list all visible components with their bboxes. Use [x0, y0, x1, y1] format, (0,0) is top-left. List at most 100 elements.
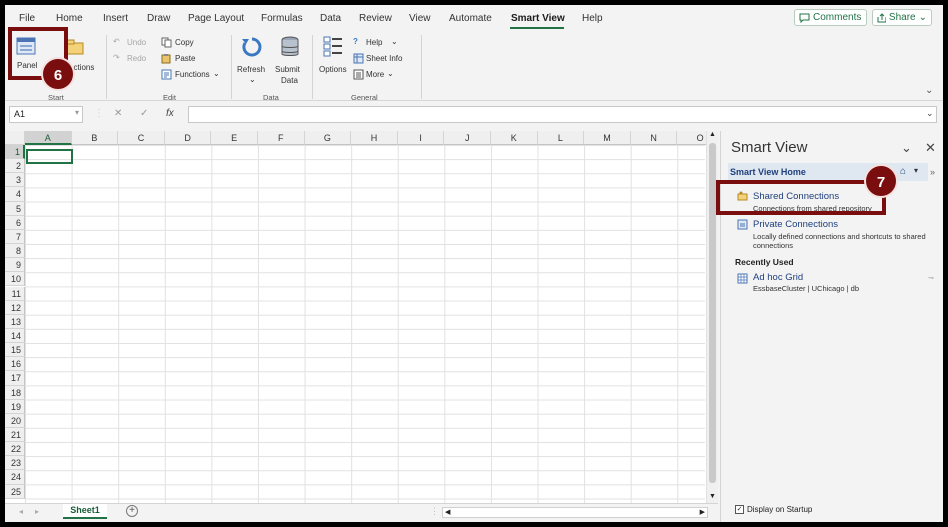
row-header[interactable]: 25 [5, 484, 25, 499]
home-icon[interactable]: ⌂ [900, 166, 906, 177]
row-header[interactable]: 13 [5, 314, 25, 329]
formula-input[interactable] [188, 106, 937, 123]
tab-draw[interactable]: Draw [147, 13, 170, 24]
help-button[interactable]: ? Help ⌄ [353, 37, 403, 49]
pin-icon[interactable]: ⊸ [928, 274, 934, 282]
row-header[interactable]: 15 [5, 343, 25, 358]
tab-smart-view[interactable]: Smart View [511, 13, 565, 24]
cancel-icon[interactable]: ✕ [114, 108, 122, 119]
tab-file[interactable]: File [19, 13, 35, 24]
column-header[interactable]: C [118, 131, 165, 145]
display-on-startup-option[interactable]: ✓ Display on Startup [735, 505, 812, 514]
column-header[interactable]: D [164, 131, 212, 145]
next-sheet-icon[interactable]: ▸ [35, 507, 39, 516]
name-box[interactable]: A1 [9, 106, 83, 123]
group-label-data: Data [263, 93, 279, 102]
refresh-button[interactable]: Refresh ⌄ [235, 33, 269, 85]
row-header[interactable]: 5 [5, 201, 25, 216]
tab-formulas[interactable]: Formulas [261, 13, 303, 24]
expand-formula-icon[interactable]: ⌄ [926, 108, 934, 119]
copy-button[interactable]: Copy [161, 37, 211, 49]
row-header[interactable]: 3 [5, 173, 25, 188]
smart-view-home-link[interactable]: Smart View Home [730, 167, 806, 177]
more-button[interactable]: More ⌄ [353, 69, 403, 81]
column-header[interactable]: E [211, 131, 258, 145]
paste-button[interactable]: Paste [161, 53, 211, 65]
database-icon [281, 36, 299, 56]
row-header[interactable]: 16 [5, 357, 25, 372]
tab-data[interactable]: Data [320, 13, 341, 24]
row-header[interactable]: 1 [5, 145, 25, 160]
scroll-right-icon[interactable]: ▶ [700, 508, 705, 516]
horizontal-scrollbar[interactable]: ◀ ▶ [442, 507, 708, 518]
column-header[interactable]: N [630, 131, 678, 145]
column-header[interactable]: A [25, 131, 72, 145]
select-all-corner[interactable] [5, 131, 25, 145]
tab-automate[interactable]: Automate [449, 13, 492, 24]
row-header[interactable]: 7 [5, 229, 25, 245]
row-header[interactable]: 22 [5, 442, 25, 457]
row-header[interactable]: 2 [5, 159, 25, 174]
row-header[interactable]: 24 [5, 470, 25, 485]
close-icon[interactable]: ✕ [925, 140, 936, 156]
column-header[interactable]: H [351, 131, 398, 145]
row-header[interactable]: 4 [5, 187, 25, 202]
name-box-dropdown-icon[interactable]: ▾ [75, 108, 79, 117]
tab-view[interactable]: View [409, 13, 431, 24]
row-header[interactable]: 14 [5, 328, 25, 344]
sheet-tab-sheet1[interactable]: Sheet1 [63, 504, 107, 519]
scroll-down-icon[interactable]: ▼ [709, 493, 716, 500]
tab-review[interactable]: Review [359, 13, 392, 24]
column-header[interactable]: J [444, 131, 491, 145]
collapse-ribbon-icon[interactable]: ⌄ [925, 85, 933, 96]
row-header[interactable]: 6 [5, 215, 25, 230]
private-connections-item[interactable]: Private Connections Locally defined conn… [735, 217, 935, 251]
recent-item-ad-hoc-grid[interactable]: Ad hoc Grid EssbaseCluster | UChicago | … [735, 271, 935, 295]
redo-button[interactable]: ↷ Redo [113, 53, 159, 65]
column-header[interactable]: L [537, 131, 585, 145]
undo-button[interactable]: ↶ Undo [113, 37, 159, 49]
expand-pane-icon[interactable]: » [930, 167, 935, 177]
column-header[interactable]: I [397, 131, 445, 145]
column-header[interactable]: G [304, 131, 352, 145]
row-header[interactable]: 10 [5, 272, 25, 287]
scrollbar-thumb[interactable] [709, 143, 716, 483]
enter-icon[interactable]: ✓ [140, 108, 148, 119]
row-header[interactable]: 18 [5, 385, 25, 400]
scroll-left-icon[interactable]: ◀ [445, 508, 450, 516]
row-header[interactable]: 12 [5, 300, 25, 315]
share-button[interactable]: Share ⌄ [872, 9, 932, 26]
comments-button[interactable]: Comments [794, 9, 867, 26]
scroll-up-icon[interactable]: ▲ [709, 131, 716, 138]
column-header[interactable]: F [258, 131, 305, 145]
tab-home[interactable]: Home [56, 13, 83, 24]
row-header[interactable]: 11 [5, 286, 25, 301]
row-header[interactable]: 19 [5, 399, 25, 414]
column-header[interactable]: M [584, 131, 631, 145]
insert-function-icon[interactable]: fx [166, 108, 174, 119]
active-cell-selection[interactable] [26, 149, 73, 164]
row-header[interactable]: 23 [5, 456, 25, 471]
pane-options-chevron-icon[interactable]: ⌄ [901, 140, 912, 156]
prev-sheet-icon[interactable]: ◂ [19, 507, 23, 516]
column-header[interactable]: B [71, 131, 119, 145]
tab-page-layout[interactable]: Page Layout [188, 13, 244, 24]
sheet-info-button[interactable]: Sheet Info [353, 53, 413, 65]
tab-splitter-icon[interactable]: ⋮ [430, 506, 439, 517]
display-on-startup-checkbox[interactable]: ✓ [735, 505, 744, 514]
row-header[interactable]: 20 [5, 413, 25, 428]
column-header[interactable]: K [491, 131, 538, 145]
row-header[interactable]: 9 [5, 258, 25, 273]
tab-insert[interactable]: Insert [103, 13, 128, 24]
options-button[interactable]: Options [316, 33, 350, 77]
chevron-down-icon[interactable]: ▾ [914, 166, 918, 175]
row-header[interactable]: 8 [5, 244, 25, 259]
tab-help[interactable]: Help [582, 13, 603, 24]
submit-data-button[interactable]: Submit Data [273, 33, 307, 85]
worksheet-grid[interactable]: ABCDEFGHIJKLMNO 1 2 3 4 5 6 7 8 9 10 11 12 13 14 15 16 1… [5, 131, 718, 503]
row-header[interactable]: 21 [5, 428, 25, 443]
row-header[interactable]: 17 [5, 371, 25, 386]
functions-button[interactable]: Functions ⌄ [161, 69, 231, 81]
cell-grid[interactable] [25, 145, 705, 503]
add-sheet-icon[interactable]: + [126, 505, 138, 517]
